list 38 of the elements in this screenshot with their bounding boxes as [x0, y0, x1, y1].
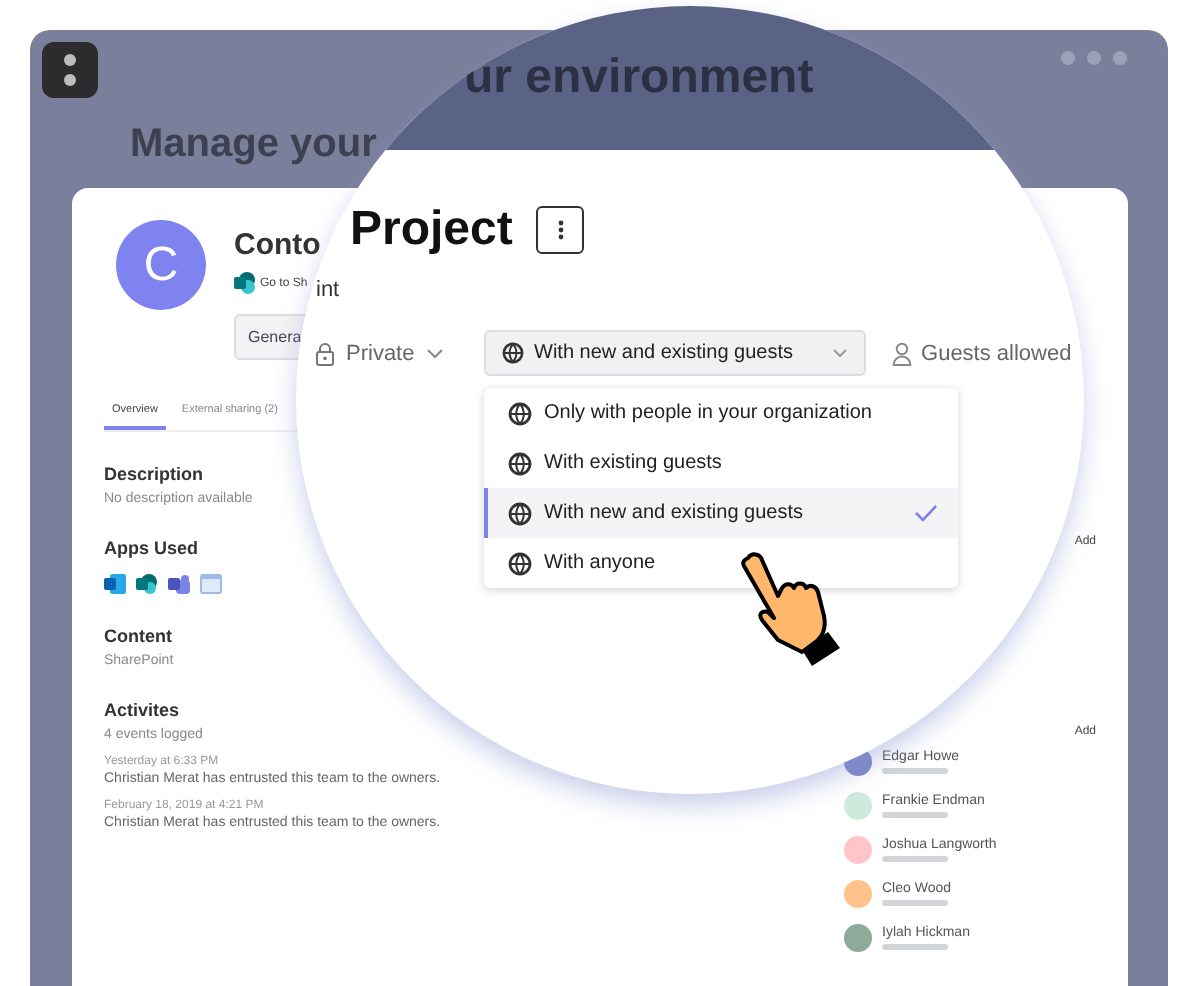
member-role-placeholder: [882, 944, 948, 950]
sharepoint-icon: [234, 272, 256, 294]
lock-icon: [316, 341, 334, 365]
team-avatar: C: [116, 220, 206, 310]
site-link[interactable]: int: [316, 278, 1084, 302]
team-name: Conto: [234, 228, 323, 262]
chevron-down-icon: [426, 347, 445, 359]
menu-option[interactable]: With existing guests: [484, 438, 958, 488]
sharepoint-icon: [136, 574, 158, 594]
project-title: Project: [350, 202, 513, 258]
globe-icon: [508, 501, 532, 525]
member-role-placeholder: [882, 768, 948, 774]
person-icon: [891, 341, 912, 365]
chevron-down-icon: [831, 348, 848, 358]
globe-icon: [508, 401, 532, 425]
member-role-placeholder: [882, 856, 948, 862]
member-role-placeholder: [882, 900, 948, 906]
kebab-icon: [557, 220, 564, 240]
menu-option[interactable]: With anyone: [484, 538, 958, 588]
section-title: Content: [104, 626, 172, 646]
menu-option[interactable]: With new and existing guests: [484, 488, 958, 538]
check-icon: [914, 504, 938, 522]
section-title: Description: [104, 464, 204, 484]
calendar-icon: [200, 574, 222, 594]
logo-icon: [42, 42, 98, 98]
section-title: Activites: [104, 700, 180, 720]
globe-icon: [508, 451, 532, 475]
section-title: Apps Used: [104, 538, 199, 558]
more-button[interactable]: [536, 206, 585, 254]
sharing-dropdown[interactable]: With new and existing guests: [484, 330, 866, 376]
page-heading: Manage your: [130, 122, 379, 168]
menu-option[interactable]: Only with people in your organization: [484, 388, 958, 438]
globe-icon: [508, 551, 532, 575]
member-role-placeholder: [882, 812, 948, 818]
globe-icon: [502, 342, 524, 364]
guests-dropdown[interactable]: Guests allowed: [891, 341, 1084, 365]
mail-app-icon: [104, 574, 126, 594]
teams-icon: [168, 574, 190, 594]
